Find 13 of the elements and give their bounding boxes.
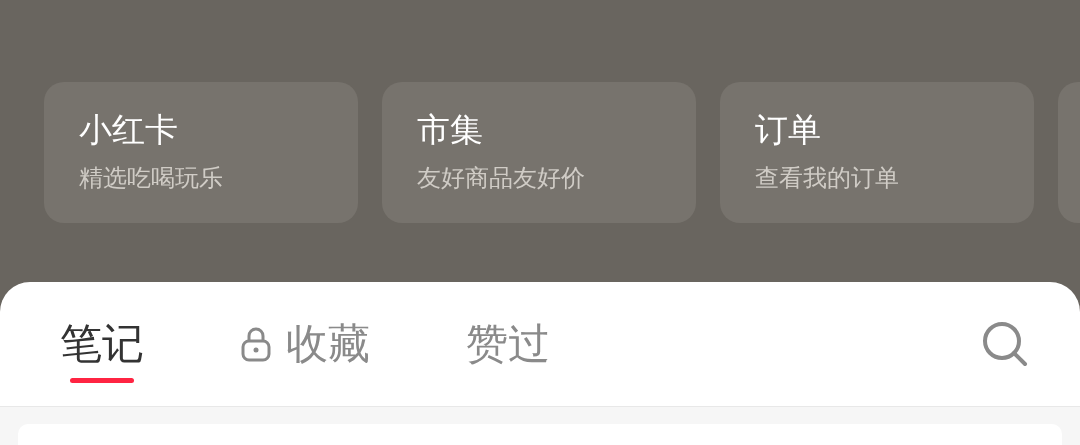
card-title: 小红卡 bbox=[79, 110, 179, 150]
tab[interactable]: 笔记 bbox=[60, 316, 144, 372]
card-subtitle: 友好商品友好价 bbox=[417, 163, 586, 193]
shortcut-card[interactable]: 市集 友好商品友好价 bbox=[382, 82, 696, 223]
search-icon[interactable] bbox=[982, 321, 1028, 367]
shortcut-card[interactable]: 订单 查看我的订单 bbox=[720, 82, 1034, 223]
card-subtitle: 精选吃喝玩乐 bbox=[79, 163, 224, 193]
tab[interactable]: 收藏 bbox=[240, 316, 370, 372]
card-subtitle: 查看我的订单 bbox=[755, 163, 900, 193]
tab[interactable]: 赞过 bbox=[466, 316, 550, 372]
card-title: 市集 bbox=[417, 110, 484, 150]
card-title: 订单 bbox=[755, 110, 822, 150]
shortcut-card[interactable]: 小红卡 精选吃喝玩乐 bbox=[44, 82, 358, 223]
